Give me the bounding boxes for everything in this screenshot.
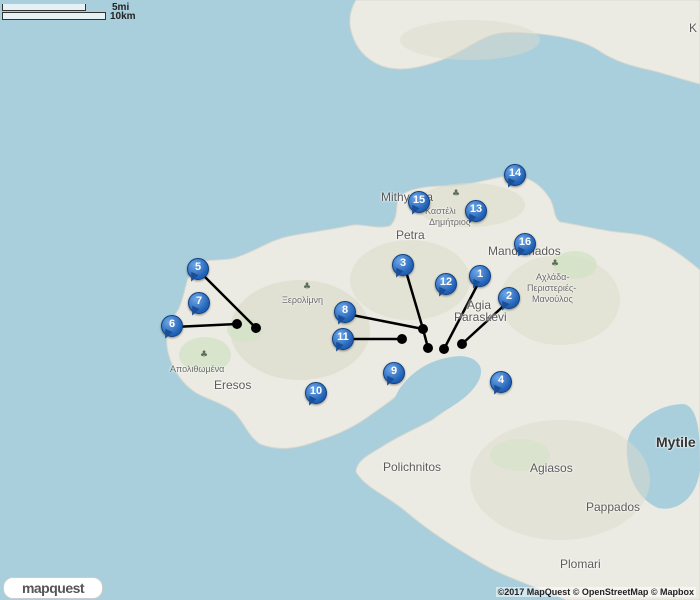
map-marker-3[interactable]: 3 (392, 254, 414, 280)
marker-number: 3 (399, 257, 407, 269)
map-marker-6[interactable]: 6 (161, 315, 183, 341)
marker-number: 12 (439, 276, 453, 288)
marker-number: 15 (412, 194, 426, 206)
marker-number: 7 (195, 295, 203, 307)
marker-tail (383, 375, 395, 388)
map-marker-16[interactable]: 16 (514, 233, 536, 259)
marker-tail (465, 213, 477, 226)
place-polichnitos: Polichnitos (383, 460, 442, 474)
point-g (457, 339, 467, 349)
scale-bar-km (2, 12, 106, 20)
marker-tail (332, 341, 344, 354)
point-e (423, 343, 433, 353)
place-plomari: Plomari (560, 557, 601, 571)
relief-mainland (400, 20, 540, 60)
place-xerolimni: Ξερολίμνη (282, 295, 324, 305)
marker-tail (469, 278, 481, 291)
marker-number: 14 (508, 167, 522, 179)
map-marker-12[interactable]: 12 (435, 273, 457, 299)
map-marker-10[interactable]: 10 (305, 382, 327, 408)
map-marker-9[interactable]: 9 (383, 362, 405, 388)
marker-tail (305, 395, 317, 408)
point-b (232, 319, 242, 329)
marker-number: 5 (194, 261, 202, 273)
marker-number: 16 (518, 236, 532, 248)
scale-km-label: 10km (110, 11, 136, 22)
marker-tail (504, 177, 516, 190)
map-marker-4[interactable]: 4 (490, 371, 512, 397)
place-pappados: Pappados (586, 500, 641, 514)
scale-bar-miles (2, 4, 86, 11)
place-k-edge: Κ (689, 21, 698, 35)
relief-south (470, 420, 650, 540)
marker-tail (408, 204, 420, 217)
marker-tail (161, 328, 173, 341)
marker-number: 9 (390, 365, 398, 377)
tree-icon: ♣ (551, 259, 559, 269)
place-petra: Petra (396, 228, 425, 242)
place-mytilene: Mytile (656, 434, 696, 450)
map-marker-11[interactable]: 11 (332, 328, 354, 354)
map-attribution[interactable]: ©2017 MapQuest © OpenStreetMap © Mapbox (495, 587, 696, 597)
marker-tail (188, 305, 200, 318)
map-marker-1[interactable]: 1 (469, 265, 491, 291)
place-peristeries: Περιστεριές- (527, 283, 577, 293)
map-marker-2[interactable]: 2 (498, 287, 520, 313)
place-achlada: Αχλάδα- (536, 272, 570, 282)
map-marker-15[interactable]: 15 (408, 191, 430, 217)
mapquest-logo[interactable]: mapquest (3, 577, 103, 599)
place-apolithomena: Απολιθωμένα (170, 364, 225, 374)
marker-number: 11 (337, 331, 349, 343)
scale-bar: 5mi 10km (2, 2, 142, 22)
marker-number: 10 (309, 385, 323, 397)
place-eresos: Eresos (214, 378, 252, 392)
marker-tail (435, 286, 447, 299)
marker-tail (392, 267, 404, 280)
marker-tail (490, 384, 502, 397)
marker-number: 13 (469, 203, 483, 215)
map-marker-13[interactable]: 13 (465, 200, 487, 226)
marker-number: 2 (505, 290, 513, 302)
place-manoulos: Μανούλος (532, 294, 573, 304)
point-f (439, 344, 449, 354)
tree-icon: ♣ (452, 189, 460, 199)
map-marker-5[interactable]: 5 (187, 258, 209, 284)
marker-number: 1 (476, 268, 484, 280)
point-c (418, 324, 428, 334)
map-marker-8[interactable]: 8 (334, 301, 356, 327)
marker-tail (498, 300, 510, 313)
tree-icon: ♣ (200, 350, 208, 360)
marker-tail (187, 271, 199, 284)
marker-tail (334, 314, 346, 327)
marker-number: 6 (168, 318, 176, 330)
marker-number: 8 (341, 304, 349, 316)
map-marker-14[interactable]: 14 (504, 164, 526, 190)
marker-number: 4 (497, 374, 505, 386)
tree-icon: ♣ (303, 282, 311, 292)
point-a (251, 323, 261, 333)
map-marker-7[interactable]: 7 (188, 292, 210, 318)
point-d (397, 334, 407, 344)
place-agiasos: Agiasos (530, 461, 573, 475)
marker-tail (514, 246, 526, 259)
map-view[interactable]: ♣ ♣ ♣ ♣ Mithymna Petra Καστέλι Δημήτριος… (0, 0, 700, 600)
